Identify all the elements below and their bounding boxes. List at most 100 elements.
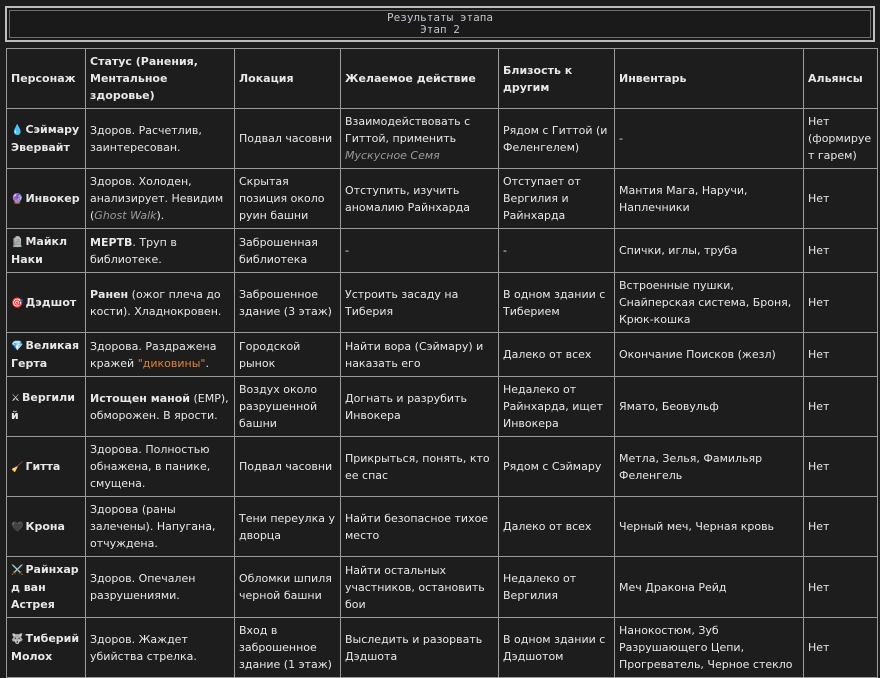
table-row: 🖤 Крона Здорова (раны залечены). Напугана…	[6, 496, 878, 557]
status-cell: Здоров. Расчетлив, заинтересован.	[85, 108, 235, 169]
stage-title-box: Результаты этапа Этап 2	[5, 6, 875, 42]
proximity-cell: Недалеко от Райнхарда, ищет Инвокера	[498, 376, 615, 437]
stage-subtitle: Этап 2	[420, 23, 460, 36]
alliance-cell: Нет	[803, 228, 878, 273]
proximity-cell: Недалеко от Вергилия	[498, 556, 615, 618]
status-cell: МЕРТВ. Труп в библиотеке.	[85, 228, 235, 273]
wolf-icon: 🐺	[11, 634, 24, 645]
proximity-cell: В одном здании с Тиберием	[498, 272, 615, 333]
header-alliances: Альянсы	[803, 48, 878, 109]
location-cell: Подвал часовни	[234, 108, 341, 169]
action-cell: Найти безопасное тихое место	[340, 496, 499, 557]
location-cell: Обломки шпиля черной башни	[234, 556, 341, 618]
table-row: 🧹 Гитта Здорова. Полностью обнажена, в па…	[6, 436, 878, 497]
inventory-cell: Меч Дракона Рейд	[614, 556, 804, 618]
alliance-cell: Нет	[803, 332, 878, 377]
proximity-cell: В одном здании с Дэдшотом	[498, 617, 615, 678]
status-cell: Здорова. Раздражена кражей "диковины".	[85, 332, 235, 377]
inventory-cell: Встроенные пушки, Снайперская система, Б…	[614, 272, 804, 333]
character-cell: ⚔️ Райнхард ван Астрея	[6, 556, 86, 618]
table-row: 💎 Великая Герта Здорова. Раздражена краже…	[6, 332, 878, 377]
header-inventory: Инвентарь	[614, 48, 804, 109]
target-icon: 🎯	[11, 297, 24, 309]
droplet-icon: 💧	[11, 125, 24, 136]
header-location: Локация	[234, 48, 341, 109]
black-heart-icon: 🖤	[11, 521, 24, 533]
status-cell: Ранен (ожог плеча до кости). Хладнокрове…	[85, 272, 235, 333]
header-proximity: Близость к другим	[498, 48, 615, 109]
table-row: ⚔ Вергилий Истощен маной (EMP), обморожен…	[6, 376, 878, 437]
table-row: 🎯 Дэдшот Ранен (ожог плеча до кости). Хла…	[6, 272, 878, 333]
character-cell: 🖤 Крона	[6, 496, 86, 557]
character-name: Крона	[25, 519, 65, 533]
character-cell: 🔮 Инвокер	[6, 168, 86, 229]
action-cell: Найти вора (Сэймару) и наказать его	[340, 332, 499, 377]
crossed-swords-icon: ⚔️	[11, 565, 24, 576]
location-cell: Заброшенная библиотека	[234, 228, 341, 273]
action-cell: Догнать и разрубить Инвокера	[340, 376, 499, 437]
alliance-cell: Нет	[803, 376, 878, 437]
action-cell: -	[340, 228, 499, 273]
character-cell: 💎 Великая Герта	[6, 332, 86, 377]
proximity-cell: Отступает от Вергилия и Райнхарда	[498, 168, 615, 229]
header-status: Статус (Ранения, Ментальное здоровье)	[85, 48, 235, 109]
katana-icon: ⚔	[11, 393, 20, 404]
proximity-cell: -	[498, 228, 615, 273]
header-character: Персонаж	[6, 48, 86, 109]
proximity-cell: Далеко от всех	[498, 332, 615, 377]
action-cell: Прикрыться, понять, кто ее спас	[340, 436, 499, 497]
crystal-ball-icon: 🔮	[11, 193, 24, 205]
proximity-cell: Рядом с Сэймару	[498, 436, 615, 497]
character-name: Вергилий	[11, 391, 75, 422]
status-cell: Здорова (раны залечены). Напугана, отчуж…	[85, 496, 235, 557]
inventory-cell: Ямато, Беовульф	[614, 376, 804, 437]
location-cell: Заброшенное здание (3 этаж)	[234, 272, 341, 333]
proximity-cell: Далеко от всех	[498, 496, 615, 557]
inventory-cell: -	[614, 108, 804, 169]
alliance-cell: Нет	[803, 168, 878, 229]
character-name: Дэдшот	[25, 295, 77, 309]
inventory-cell: Спички, иглы, труба	[614, 228, 804, 273]
alliance-cell: Нет	[803, 556, 878, 618]
table-row: 🔮 Инвокер Здоров. Холоден, анализирует. Н…	[6, 168, 878, 229]
action-cell: Устроить засаду на Тиберия	[340, 272, 499, 333]
broom-icon: 🧹	[11, 461, 24, 473]
page: Результаты этапа Этап 2 Персонаж Статус …	[0, 0, 880, 678]
location-cell: Городской рынок	[234, 332, 341, 377]
inventory-cell: Мантия Мага, Наручи, Наплечники	[614, 168, 804, 229]
character-cell: 🧹 Гитта	[6, 436, 86, 497]
character-name: Гитта	[25, 459, 61, 473]
character-cell: 🎯 Дэдшот	[6, 272, 86, 333]
character-cell: 🐺 Тиберий Молох	[6, 617, 86, 678]
inventory-cell: Нанокостюм, Зуб Разрушающего Цепи, Прогр…	[614, 617, 804, 678]
inventory-cell: Черный меч, Черная кровь	[614, 496, 804, 557]
action-cell: Взаимодействовать с Гиттой, применить Мус…	[340, 108, 499, 169]
inventory-cell: Метла, Зелья, Фамильяр Феленгель	[614, 436, 804, 497]
location-cell: Скрытая позиция около руин башни	[234, 168, 341, 229]
inventory-cell: Окончание Поисков (жезл)	[614, 332, 804, 377]
alliance-cell: Нет	[803, 617, 878, 678]
status-cell: Здоров. Жаждет убийства стрелка.	[85, 617, 235, 678]
action-cell: Отступить, изучить аномалию Райнхарда	[340, 168, 499, 229]
character-cell: 🪦 Майкл Наки	[6, 228, 86, 273]
proximity-cell: Рядом с Гиттой (и Феленгелем)	[498, 108, 615, 169]
table-row: ⚔️ Райнхард ван Астрея Здоров. Опечален р…	[6, 556, 878, 618]
alliance-cell: Нет	[803, 496, 878, 557]
alliance-cell: Нет	[803, 272, 878, 333]
results-table: Персонаж Статус (Ранения, Ментальное здо…	[6, 48, 878, 678]
action-cell: Найти остальных участников, остановить б…	[340, 556, 499, 618]
tombstone-icon: 🪦	[11, 237, 24, 248]
character-cell: 💧 Сэймару Эвервайт	[6, 108, 86, 169]
alliance-cell: Нет (формирует гарем)	[803, 108, 878, 169]
location-cell: Подвал часовни	[234, 436, 341, 497]
location-cell: Воздух около разрушенной башни	[234, 376, 341, 437]
table-row: 💧 Сэймару Эвервайт Здоров. Расчетлив, заи…	[6, 108, 878, 169]
status-cell: Здорова. Полностью обнажена, в панике, с…	[85, 436, 235, 497]
action-cell: Выследить и разорвать Дэдшота	[340, 617, 499, 678]
table-header-row: Персонаж Статус (Ранения, Ментальное здо…	[6, 48, 878, 109]
status-cell: Здоров. Опечален разрушениями.	[85, 556, 235, 618]
table-row: 🐺 Тиберий Молох Здоров. Жаждет убийства с…	[6, 617, 878, 678]
header-action: Желаемое действие	[340, 48, 499, 109]
gem-icon: 💎	[11, 341, 24, 352]
alliance-cell: Нет	[803, 436, 878, 497]
